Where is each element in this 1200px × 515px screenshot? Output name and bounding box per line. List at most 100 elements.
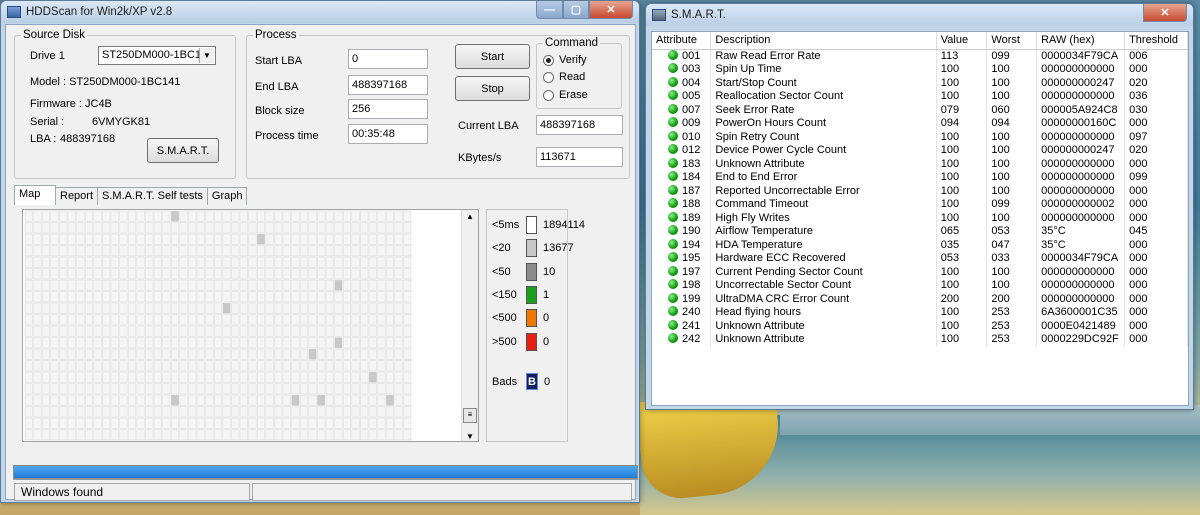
table-row[interactable]: 001 Raw Read Error Rate 113 099 0000034F79CA… [652,49,1188,63]
stop-button[interactable]: Stop [455,76,530,101]
table-row[interactable]: 187 Reported Uncorrectable Error 100 100 000… [652,184,1188,198]
start-lba-input[interactable]: 0 [348,49,428,69]
map-block [360,268,369,280]
chevron-down-icon[interactable]: ▼ [199,48,214,63]
value-cell: 100 [936,144,988,158]
map-block [205,406,214,418]
end-lba-input[interactable]: 488397168 [348,75,428,95]
column-header[interactable]: RAW (hex) [1036,32,1126,50]
smart-close-button[interactable]: ✕ [1143,4,1187,22]
map-block [162,406,171,418]
map-block [67,245,76,257]
start-button[interactable]: Start [455,44,530,69]
table-row[interactable]: 198 Uncorrectable Sector Count 100 100 00000… [652,279,1188,293]
map-block [325,314,334,326]
raw-cell: 00000000160C [1036,117,1126,131]
map-block [59,268,68,280]
value-cell: 100 [936,76,988,90]
attribute-cell: 003 [652,63,712,77]
tab-map[interactable]: Map [14,185,56,205]
map-block [299,279,309,291]
radio-unchecked-icon[interactable] [543,89,554,101]
table-row[interactable]: 188 Command Timeout 100 099 000000000002 000 [652,198,1188,212]
table-row[interactable]: 010 Spin Retry Count 100 100 000000000000 097 [652,130,1188,144]
map-block [274,429,283,441]
map-block [205,383,214,395]
map-block [274,256,283,268]
table-row[interactable]: 007 Seek Error Rate 079 060 000005A924C8 030 [652,103,1188,117]
table-row[interactable]: 190 Airflow Temperature 065 053 35°C 045 [652,225,1188,239]
column-header[interactable]: Threshold [1124,32,1188,50]
map-block [84,245,94,257]
table-row[interactable]: 195 Hardware ECC Recovered 053 033 0000034F7… [652,252,1188,266]
legend-swatch [526,216,537,234]
smart-button[interactable]: S.M.A.R.T. [147,138,219,163]
map-block [282,279,291,291]
table-row[interactable]: 012 Device Power Cycle Count 100 100 0000000… [652,144,1188,158]
smart-titlebar[interactable]: S.M.A.R.T. ✕ [646,4,1193,26]
map-scrollbar[interactable]: ▲ ≡ ▼ [461,210,478,441]
table-row[interactable]: 241 Unknown Attribute 100 253 0000E0421489 00… [652,319,1188,333]
attribute-id: 199 [682,292,701,305]
table-row[interactable]: 199 UltraDMA CRC Error Count 200 200 0000000… [652,292,1188,306]
column-header[interactable]: Description [710,32,937,50]
tab-smart-self-tests[interactable]: S.M.A.R.T. Self tests [97,187,208,205]
column-header[interactable]: Value [936,32,988,50]
verify-radio[interactable]: Verify [543,54,587,66]
table-row[interactable]: 242 Unknown Attribute 100 253 0000229DC92F 00… [652,333,1188,347]
table-row[interactable]: 189 High Fly Writes 100 100 000000000000 000 [652,211,1188,225]
table-row[interactable]: 240 Head flying hours 100 253 6A3600001C35 00… [652,306,1188,320]
table-row[interactable]: 009 PowerOn Hours Count 094 094 00000000160C… [652,117,1188,131]
table-row[interactable]: 003 Spin Up Time 100 100 000000000000 000 [652,63,1188,77]
table-row[interactable]: 194 HDA Temperature 035 047 35°C 000 [652,238,1188,252]
map-block [24,314,33,326]
map-block [33,210,42,222]
scroll-thumb[interactable]: ≡ [463,408,477,423]
read-radio[interactable]: Read [543,71,585,83]
map-block [153,233,162,245]
green-dot-icon [668,144,678,154]
drive-select[interactable]: ST250DM000-1BC14 ▼ [98,46,216,65]
bads-row: Bads B 0 [492,373,550,390]
map-block [342,291,352,303]
map-block [291,314,300,326]
radio-unchecked-icon[interactable] [543,71,554,83]
column-header[interactable]: Worst [986,32,1038,50]
erase-radio[interactable]: Erase [543,89,588,101]
column-header[interactable]: Attribute [652,32,712,50]
map-block [342,348,352,360]
hddscan-titlebar[interactable]: HDDScan for Win2k/XP v2.8 — ▢ ✕ [1,1,639,23]
threshold-cell: 097 [1124,130,1188,144]
map-block [110,394,119,406]
map-block [205,348,214,360]
scroll-down-icon[interactable]: ▼ [466,432,474,441]
close-button[interactable]: ✕ [589,1,633,19]
map-block [162,337,171,349]
map-block [119,291,128,303]
table-row[interactable]: 197 Current Pending Sector Count 100 100 000… [652,265,1188,279]
tab-graph[interactable]: Graph [206,187,248,205]
table-row[interactable]: 184 End to End Error 100 100 000000000000 099 [652,171,1188,185]
maximize-button[interactable]: ▢ [563,1,589,19]
radio-checked-icon[interactable] [543,54,554,66]
map-block [41,245,51,257]
block-size-input[interactable]: 256 [348,99,428,119]
map-block [325,383,334,395]
map-block [239,222,248,234]
map-block [239,314,248,326]
map-block [403,302,412,314]
table-row[interactable]: 005 Reallocation Sector Count 100 100 000000… [652,90,1188,104]
table-row[interactable]: 183 Unknown Attribute 100 100 000000000000 00… [652,157,1188,171]
map-block [102,337,111,349]
scroll-up-icon[interactable]: ▲ [466,212,474,221]
map-block [394,222,403,234]
map-block [256,429,266,441]
map-block [102,406,111,418]
map-block [351,406,360,418]
map-block [360,394,369,406]
minimize-button[interactable]: — [536,1,563,19]
map-block [153,406,162,418]
table-row[interactable]: 004 Start/Stop Count 100 100 000000000247 020 [652,76,1188,90]
tab-report[interactable]: Report [55,187,99,205]
map-block [84,383,94,395]
